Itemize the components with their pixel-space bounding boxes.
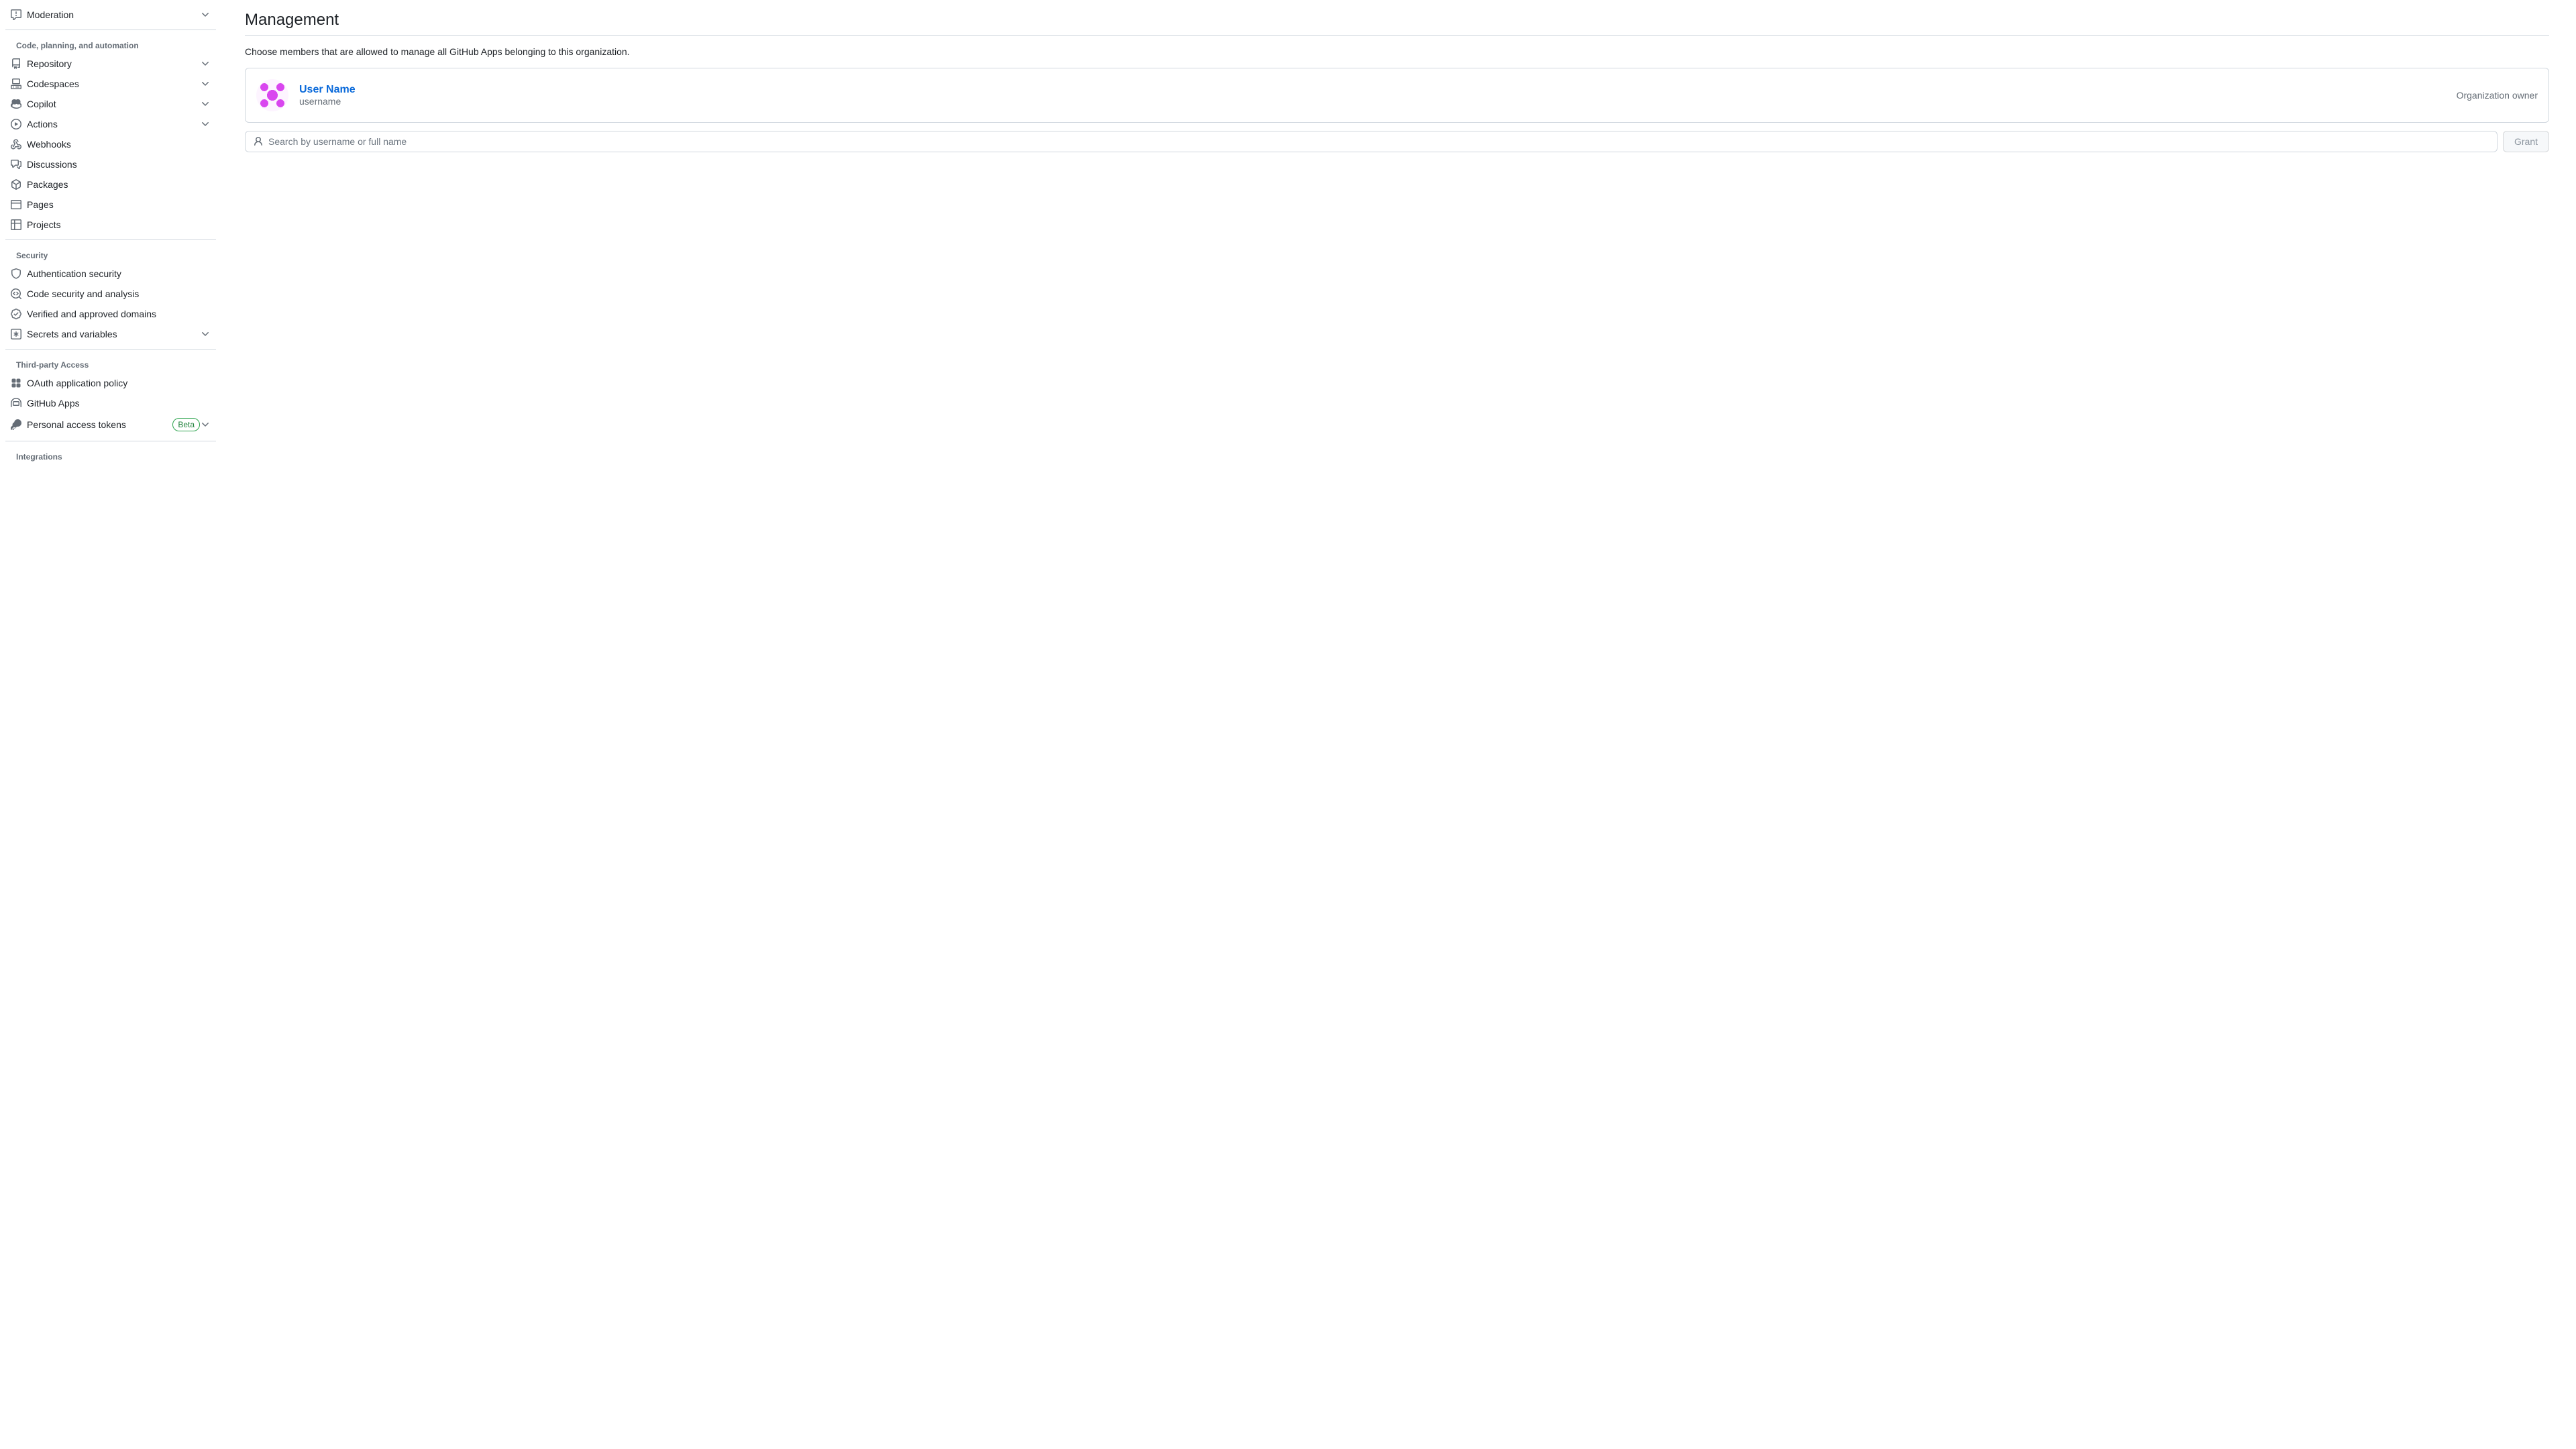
sidebar-item-discussions[interactable]: Discussions [5, 155, 216, 174]
divider [5, 349, 216, 350]
apps-icon [11, 378, 21, 388]
sidebar-item-label: Codespaces [27, 78, 200, 89]
comment-discussion-icon [11, 159, 21, 170]
sidebar-item-verified-domains[interactable]: Verified and approved domains [5, 305, 216, 323]
key-asterisk-icon [11, 329, 21, 339]
table-icon [11, 219, 21, 230]
sidebar-item-label: OAuth application policy [27, 378, 211, 388]
member-username: username [299, 96, 2457, 107]
repo-icon [11, 58, 21, 69]
page-title: Management [245, 11, 2549, 36]
main-content: Management Choose members that are allow… [221, 0, 2576, 1449]
chevron-down-icon [200, 58, 211, 69]
browser-icon [11, 199, 21, 210]
verified-icon [11, 309, 21, 319]
search-input-wrap [245, 131, 2498, 152]
grant-button[interactable]: Grant [2503, 131, 2549, 152]
sidebar-item-codespaces[interactable]: Codespaces [5, 74, 216, 93]
package-icon [11, 179, 21, 190]
sidebar-item-label: Packages [27, 179, 211, 190]
copilot-icon [11, 99, 21, 109]
sidebar-item-label: Pages [27, 199, 211, 210]
chevron-down-icon [200, 78, 211, 89]
sidebar-item-copilot[interactable]: Copilot [5, 95, 216, 113]
sidebar-item-label: Moderation [27, 9, 200, 20]
key-icon [11, 419, 21, 430]
play-icon [11, 119, 21, 129]
sidebar-item-label: Actions [27, 119, 200, 129]
sidebar-item-label: GitHub Apps [27, 398, 211, 409]
sidebar-item-projects[interactable]: Projects [5, 215, 216, 234]
sidebar-item-webhooks[interactable]: Webhooks [5, 135, 216, 154]
report-icon [11, 9, 21, 20]
beta-badge: Beta [172, 418, 200, 431]
sidebar-item-secrets[interactable]: Secrets and variables [5, 325, 216, 343]
sidebar-item-label: Projects [27, 219, 211, 230]
chevron-down-icon [200, 99, 211, 109]
member-row: User Name username Organization owner [245, 68, 2549, 123]
sidebar-item-label: Secrets and variables [27, 329, 200, 339]
sidebar-group-security: Security [5, 246, 216, 264]
member-role: Organization owner [2457, 90, 2538, 101]
member-info: User Name username [299, 84, 2457, 107]
sidebar-item-label: Verified and approved domains [27, 309, 211, 319]
sidebar-group-code: Code, planning, and automation [5, 36, 216, 54]
sidebar-item-label: Code security and analysis [27, 288, 211, 299]
member-name-link[interactable]: User Name [299, 84, 356, 95]
person-icon [253, 136, 264, 147]
webhook-icon [11, 139, 21, 150]
search-row: Grant [245, 131, 2549, 152]
sidebar-group-third-party: Third-party Access [5, 355, 216, 374]
sidebar-item-label: Discussions [27, 159, 211, 170]
sidebar-item-moderation[interactable]: Moderation [5, 5, 216, 24]
settings-sidebar: Moderation Code, planning, and automatio… [0, 0, 221, 1449]
sidebar-item-label: Authentication security [27, 268, 211, 279]
sidebar-item-packages[interactable]: Packages [5, 175, 216, 194]
chevron-down-icon [200, 119, 211, 129]
page-description: Choose members that are allowed to manag… [245, 46, 2549, 57]
shield-lock-icon [11, 268, 21, 279]
chevron-down-icon [200, 9, 211, 20]
sidebar-item-label: Copilot [27, 99, 200, 109]
chevron-down-icon [200, 329, 211, 339]
avatar [256, 79, 288, 111]
divider [5, 239, 216, 240]
sidebar-item-auth-security[interactable]: Authentication security [5, 264, 216, 283]
search-input[interactable] [245, 131, 2498, 152]
codescan-icon [11, 288, 21, 299]
sidebar-item-label: Personal access tokens [27, 419, 167, 430]
chevron-down-icon [200, 419, 211, 430]
sidebar-item-github-apps[interactable]: GitHub Apps [5, 394, 216, 413]
sidebar-group-integrations: Integrations [5, 447, 216, 466]
hubot-icon [11, 398, 21, 409]
sidebar-item-pat[interactable]: Personal access tokens Beta [5, 414, 216, 435]
codespaces-icon [11, 78, 21, 89]
sidebar-item-oauth[interactable]: OAuth application policy [5, 374, 216, 392]
sidebar-item-label: Repository [27, 58, 200, 69]
sidebar-item-repository[interactable]: Repository [5, 54, 216, 73]
sidebar-item-code-security[interactable]: Code security and analysis [5, 284, 216, 303]
sidebar-item-pages[interactable]: Pages [5, 195, 216, 214]
sidebar-item-actions[interactable]: Actions [5, 115, 216, 133]
sidebar-item-label: Webhooks [27, 139, 211, 150]
